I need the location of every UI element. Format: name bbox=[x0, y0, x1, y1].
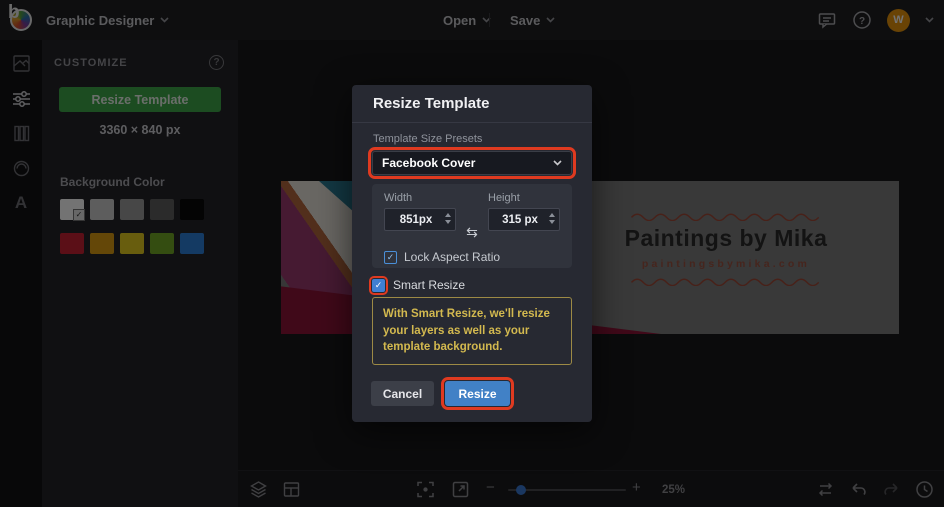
selected-preset: Facebook Cover bbox=[382, 156, 476, 170]
width-value: 851px bbox=[399, 213, 433, 226]
chevron-down-icon bbox=[553, 160, 562, 166]
swap-dimensions-icon[interactable]: ⇆ bbox=[466, 224, 478, 241]
app-window: Graphic Designer Open Save ? bbox=[0, 0, 944, 507]
dimensions-panel: Width Height 851px ⇆ 315 px ✓ Lock Aspec… bbox=[372, 184, 572, 268]
height-stepper[interactable] bbox=[549, 213, 555, 224]
width-stepper[interactable] bbox=[445, 213, 451, 224]
height-input[interactable]: 315 px bbox=[488, 208, 560, 231]
dialog-header: Resize Template bbox=[352, 85, 592, 123]
width-label: Width bbox=[384, 192, 413, 204]
presets-label: Template Size Presets bbox=[373, 133, 483, 145]
height-value: 315 px bbox=[502, 213, 538, 226]
lock-aspect-checkbox[interactable]: ✓ bbox=[384, 250, 397, 264]
smart-resize-checkbox[interactable]: ✓ bbox=[369, 275, 388, 295]
cancel-button[interactable]: Cancel bbox=[371, 381, 434, 406]
lock-aspect-label: Lock Aspect Ratio bbox=[404, 250, 501, 264]
width-input[interactable]: 851px bbox=[384, 208, 456, 231]
size-preset-select[interactable]: Facebook Cover bbox=[368, 147, 576, 179]
smart-resize-info: With Smart Resize, we'll resize your lay… bbox=[372, 297, 572, 366]
resize-template-dialog: Resize Template Template Size Presets Fa… bbox=[352, 85, 592, 422]
dialog-title: Resize Template bbox=[373, 95, 490, 112]
smart-resize-label: Smart Resize bbox=[393, 278, 466, 292]
height-label: Height bbox=[488, 192, 520, 204]
resize-button[interactable]: Resize bbox=[441, 377, 514, 410]
